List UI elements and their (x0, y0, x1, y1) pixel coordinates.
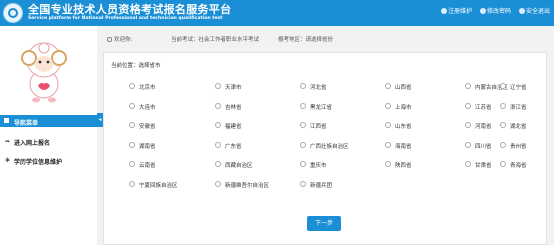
province-radio[interactable] (300, 180, 306, 187)
province-label: 安徽省 (139, 124, 156, 130)
province-radio[interactable] (215, 83, 221, 89)
sheep-mascot-image (21, 42, 67, 103)
province-label: 四川省 (475, 143, 492, 150)
province-label: 山东省 (395, 124, 412, 130)
province-radio[interactable] (129, 161, 135, 167)
province-radio[interactable] (300, 83, 306, 89)
province-radio[interactable] (129, 122, 135, 128)
province-radio[interactable] (215, 161, 221, 167)
province-radio[interactable] (465, 141, 471, 148)
province-label: 青海省 (510, 163, 527, 169)
nav-menu-title: 导航菜单 (14, 120, 39, 127)
province-radio[interactable] (215, 180, 221, 187)
province-radio[interactable] (300, 102, 306, 109)
platform-subtitle: Service platform for National Profession… (28, 16, 223, 21)
province-radio[interactable] (300, 122, 306, 128)
province-radio[interactable] (465, 102, 471, 109)
province-label: 吉林省 (225, 104, 242, 111)
province-label: 贵州省 (510, 143, 527, 150)
logout-link[interactable]: 安全退出 (518, 8, 550, 15)
province-label: 新疆维吾尔自治区 (225, 182, 270, 189)
province-radio[interactable] (215, 102, 221, 109)
province-radio[interactable] (385, 161, 391, 167)
province-label: 江苏省 (475, 104, 492, 111)
logout-label: 安全退出 (525, 8, 550, 15)
province-radio[interactable] (129, 141, 135, 148)
exam-region: 报考地区：请选择省份 (278, 37, 334, 43)
province-label: 河南省 (475, 124, 492, 130)
header-links: 注册维护 修改密码 安全退出 (435, 6, 550, 15)
sidebar: 导航菜单 ➦ 进入网上报名 ✱ 学历学位信息维护 (0, 26, 97, 245)
province-radio[interactable] (385, 102, 391, 109)
province-label: 福建省 (225, 124, 242, 130)
province-radio[interactable] (385, 141, 391, 148)
province-label: 西藏自治区 (225, 163, 253, 169)
province-radio[interactable] (500, 161, 506, 167)
province-radio[interactable] (500, 102, 506, 109)
province-radio[interactable] (500, 141, 506, 148)
province-label: 大连市 (139, 104, 156, 111)
info-bar: 欢迎你: 当前考试：社会工作者职业水平考试 报考地区：请选择省份 (103, 32, 548, 46)
welcome-label: 欢迎你: (114, 37, 133, 43)
app-header: 全国专业技术人员资格考试报名服务平台 Service platform for … (0, 0, 554, 26)
province-radio[interactable] (385, 83, 391, 89)
province-label: 上海市 (395, 104, 412, 111)
share-arrow-icon: ➦ (5, 138, 11, 145)
province-radio[interactable] (215, 141, 221, 148)
user-card-icon (107, 37, 112, 42)
user-icon (441, 8, 448, 14)
province-radio[interactable] (465, 161, 471, 167)
province-radio[interactable] (500, 83, 506, 89)
province-label: 山西省 (395, 85, 412, 91)
platform-logo (3, 3, 23, 23)
province-radio[interactable] (385, 122, 391, 128)
register-maintain-link[interactable]: 注册维护 (441, 8, 472, 15)
sidebar-item-label: 进入网上报名 (14, 140, 51, 147)
province-radio[interactable] (300, 141, 306, 148)
nav-menu-header: 导航菜单 (0, 115, 97, 127)
province-radio[interactable] (500, 122, 506, 128)
province-label: 黑龙江省 (310, 104, 333, 111)
sidebar-item-online-registration[interactable]: ➦ 进入网上报名 (0, 135, 97, 147)
province-selection-panel: 当前位置：选择省市 北京市 天津市 河北省 山西省 内蒙古自治区 辽宁省 大连市 吉林省 黑龙江… (103, 52, 547, 245)
province-label: 重庆市 (310, 163, 327, 169)
province-radio[interactable] (129, 102, 135, 109)
province-label: 新疆兵团 (310, 182, 333, 189)
province-label: 湖北省 (510, 124, 527, 130)
power-icon (518, 8, 525, 14)
province-label: 陕西省 (395, 163, 412, 169)
lock-icon (480, 8, 487, 14)
province-radio[interactable] (300, 161, 306, 167)
graduation-cap-icon: ✱ (5, 157, 11, 164)
province-label: 湖南省 (139, 143, 156, 150)
province-radio[interactable] (465, 83, 471, 89)
province-label: 广东省 (225, 143, 242, 150)
province-radio[interactable] (215, 122, 221, 128)
province-label: 江西省 (310, 124, 327, 130)
province-label: 天津市 (225, 85, 242, 91)
province-label: 宁夏回族自治区 (139, 182, 178, 189)
platform-title: 全国专业技术人员资格考试报名服务平台 (28, 3, 232, 16)
province-label: 海南省 (395, 143, 412, 150)
province-label: 辽宁省 (510, 85, 527, 91)
change-password-link[interactable]: 修改密码 (480, 8, 511, 15)
sidebar-item-label: 学历学位信息维护 (14, 159, 63, 166)
welcome-text: 欢迎你: (107, 35, 132, 43)
register-maintain-label: 注册维护 (448, 8, 473, 15)
next-button[interactable]: 下一步 (307, 216, 341, 231)
province-radio[interactable] (129, 83, 135, 89)
current-exam: 当前考试：社会工作者职业水平考试 (171, 37, 260, 43)
sidebar-item-degree-info[interactable]: ✱ 学历学位信息维护 (0, 154, 97, 166)
province-label: 广西壮族自治区 (310, 143, 349, 150)
province-label: 河北省 (310, 85, 327, 91)
province-radio[interactable] (129, 180, 135, 187)
change-password-label: 修改密码 (487, 8, 512, 15)
province-label: 北京市 (139, 85, 156, 91)
home-icon (4, 118, 9, 123)
province-radio[interactable] (465, 122, 471, 128)
province-label: 云南省 (139, 163, 156, 169)
province-label: 甘肃省 (475, 163, 492, 169)
breadcrumb: 当前位置：选择省市 (111, 63, 161, 69)
province-label: 浙江省 (510, 104, 527, 111)
